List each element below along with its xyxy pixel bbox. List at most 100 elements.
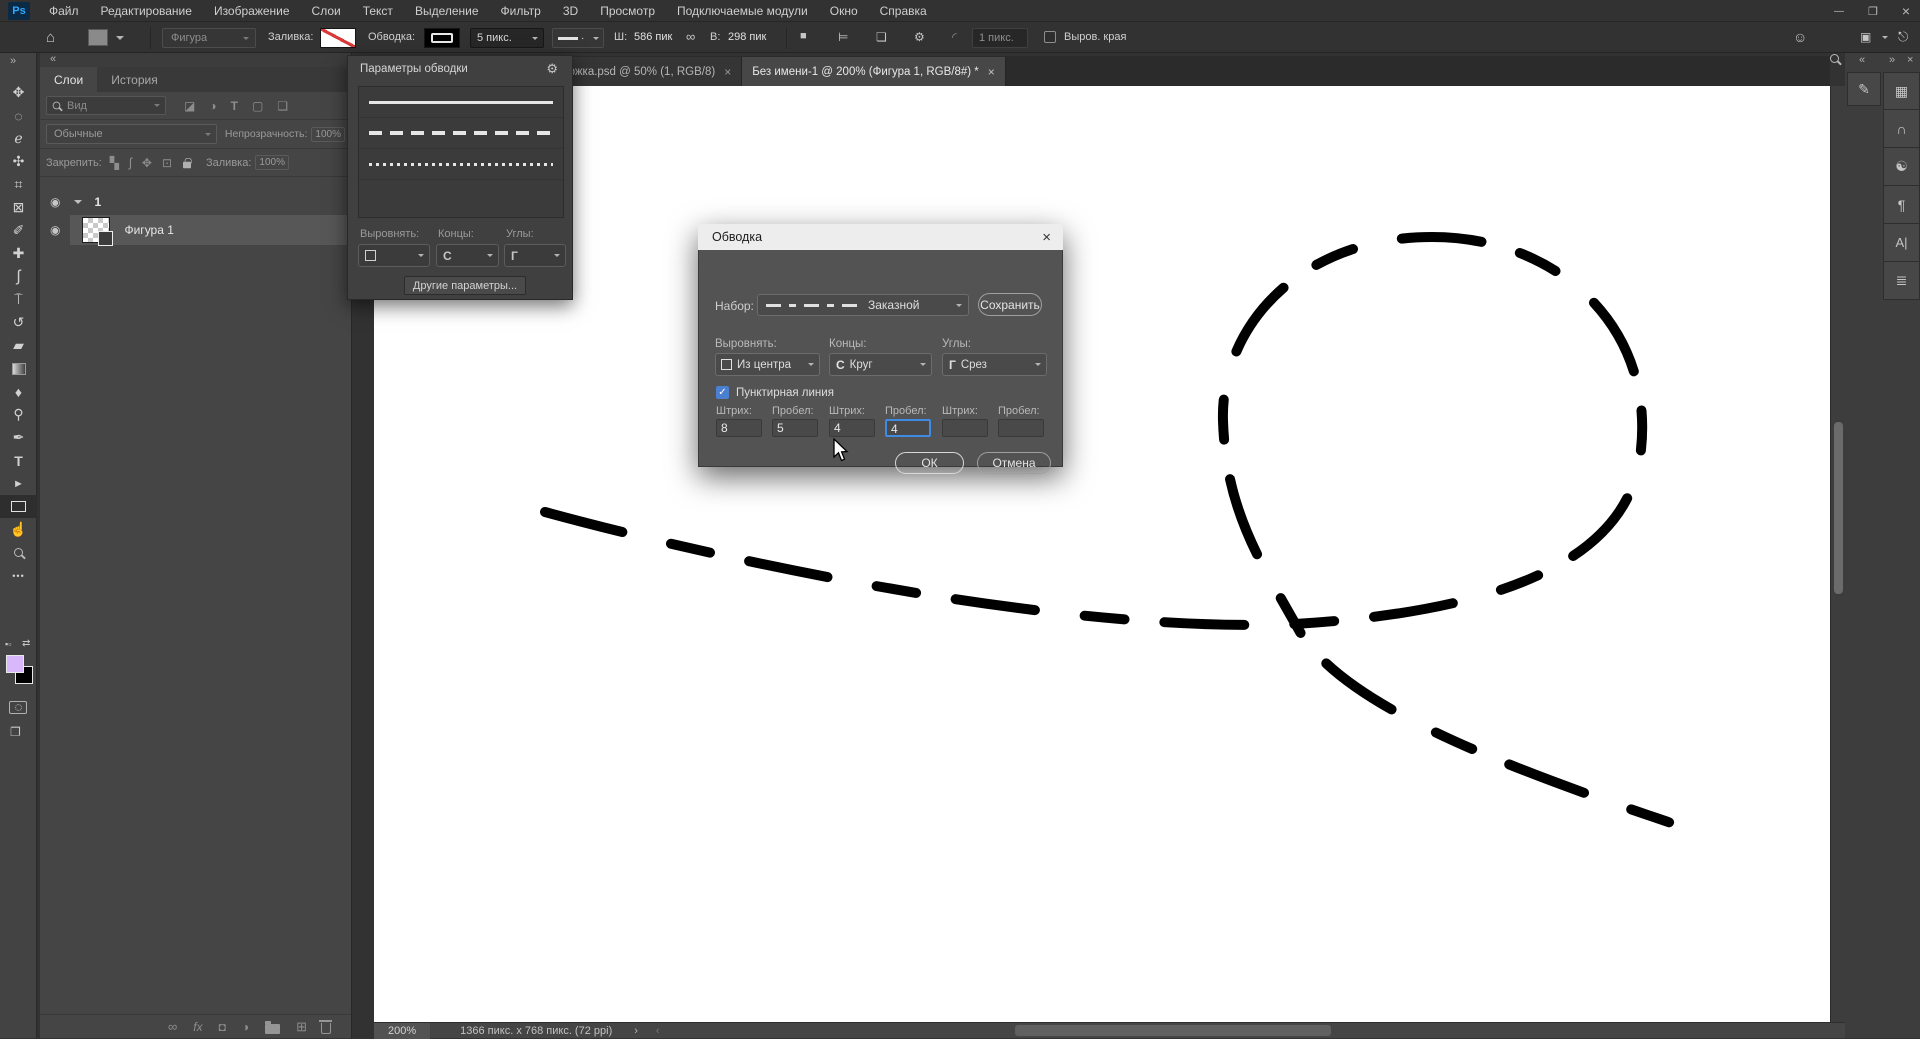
filter-smart-object-icon[interactable]: ❏ xyxy=(277,99,288,113)
tab-history[interactable]: История xyxy=(97,67,172,92)
menu-file[interactable]: Файл xyxy=(38,4,90,18)
status-prev-icon[interactable]: ‹ xyxy=(656,1025,660,1037)
panel-button-paragraph[interactable]: ¶ xyxy=(1883,186,1920,224)
dialog-close-icon[interactable]: × xyxy=(1042,229,1051,246)
quick-mask-button[interactable] xyxy=(9,701,27,714)
move-tool[interactable]: ✥ xyxy=(0,81,37,104)
healing-brush-tool[interactable]: ✚ xyxy=(0,242,37,265)
right-dock-close-icon[interactable]: × xyxy=(1907,54,1913,66)
zoom-level-field[interactable]: 200% xyxy=(374,1023,430,1039)
hand-tool[interactable]: ☝ xyxy=(0,518,37,541)
new-group-icon[interactable] xyxy=(265,1024,280,1034)
popup-align-dropdown[interactable] xyxy=(358,244,430,267)
workspace-icon[interactable]: ▣ xyxy=(1860,30,1871,44)
search-icon[interactable] xyxy=(1830,54,1839,63)
cancel-button[interactable]: Отмена xyxy=(977,452,1051,474)
screen-mode-icon[interactable]: ❐ xyxy=(10,725,21,739)
layers-filter-dropdown[interactable]: Вид xyxy=(46,96,166,115)
menu-layers[interactable]: Слои xyxy=(301,4,352,18)
panel-button-color[interactable]: ☯ xyxy=(1883,148,1920,186)
crop-tool[interactable]: ⌗ xyxy=(0,173,37,196)
vertical-scrollbar-thumb[interactable] xyxy=(1834,422,1843,594)
dock-collapse-icon[interactable]: « xyxy=(50,53,57,65)
filter-adjustment-icon[interactable]: ◑ xyxy=(209,99,216,113)
more-options-button[interactable]: Другие параметры... xyxy=(404,276,526,295)
adjustment-layer-icon[interactable]: ◑ xyxy=(242,1020,249,1034)
filter-shape-icon[interactable]: ▢ xyxy=(252,99,263,113)
layer-visibility-eye-icon[interactable]: ◉ xyxy=(50,223,60,237)
tab3-close-icon[interactable]: × xyxy=(988,65,995,79)
popup-corners-dropdown[interactable]: Г xyxy=(504,244,566,267)
swap-colors-icon[interactable]: ⇄ xyxy=(22,638,30,649)
object-selection-tool[interactable]: ✣ xyxy=(0,150,37,173)
gap3-input[interactable] xyxy=(998,419,1044,437)
tab2-close-icon[interactable]: × xyxy=(724,65,731,79)
filter-image-icon[interactable]: ◪ xyxy=(184,99,195,113)
lock-pixels-icon[interactable]: ʃ xyxy=(129,155,132,170)
tab-layers[interactable]: Слои xyxy=(40,67,97,92)
type-tool[interactable]: T xyxy=(0,449,37,472)
lock-transparency-icon[interactable]: ▚ xyxy=(110,156,119,170)
panel-button-brush-settings[interactable]: ✎ xyxy=(1847,72,1881,106)
stroke-swatch[interactable] xyxy=(424,28,460,48)
gradient-tool[interactable] xyxy=(0,357,37,380)
rectangle-tool[interactable] xyxy=(0,495,37,518)
restore-button[interactable]: ❐ xyxy=(1868,5,1878,18)
brush-tool[interactable]: ʃ xyxy=(0,265,37,288)
opacity-value[interactable]: 100% xyxy=(311,127,345,142)
new-layer-icon[interactable]: ⊞ xyxy=(296,1019,307,1035)
menu-plugins[interactable]: Подключаемые модули xyxy=(666,4,819,18)
status-next-icon[interactable]: › xyxy=(634,1025,638,1037)
lasso-tool[interactable]: ℯ xyxy=(0,127,37,150)
path-operations-icon[interactable]: ■ xyxy=(800,30,807,42)
menu-view[interactable]: Просмотр xyxy=(589,4,666,18)
menu-3d[interactable]: 3D xyxy=(552,4,589,18)
stroke-width-dropdown[interactable]: 5 пикс. xyxy=(470,28,544,48)
pen-tool[interactable]: ✒ xyxy=(0,426,37,449)
layer-fill-value[interactable]: 100% xyxy=(255,155,289,170)
panel-gear-icon[interactable]: ⚙ xyxy=(546,61,558,77)
dash2-input[interactable]: 4 xyxy=(829,419,875,437)
document-tab-active[interactable]: Без имени-1 @ 200% (Фигура 1, RGB/8#) * … xyxy=(742,57,1006,86)
history-brush-tool[interactable]: ↺ xyxy=(0,311,37,334)
gap1-input[interactable]: 5 xyxy=(772,419,818,437)
foreground-color-swatch[interactable] xyxy=(6,655,24,673)
frame-tool[interactable]: ⊠ xyxy=(0,196,37,219)
caps-dropdown[interactable]: C Круг xyxy=(829,353,932,376)
gap2-input-focused[interactable]: 4 xyxy=(885,419,931,437)
ok-button[interactable]: ОК xyxy=(895,452,964,474)
right-dock-collapse-left-icon[interactable]: « xyxy=(1859,54,1865,66)
shape-settings-gear-icon[interactable]: ⚙ xyxy=(914,30,925,44)
panel-button-properties[interactable]: ≣ xyxy=(1883,262,1920,300)
eraser-tool[interactable]: ▰ xyxy=(0,334,37,357)
vertical-scrollbar[interactable] xyxy=(1830,86,1845,1022)
eyedropper-tool[interactable]: ✐ xyxy=(0,219,37,242)
right-dock-collapse-right-icon[interactable]: » xyxy=(1889,54,1895,66)
filter-text-icon[interactable]: T xyxy=(231,99,238,113)
dialog-title-bar[interactable]: Обводка × xyxy=(698,224,1063,250)
menu-edit[interactable]: Редактирование xyxy=(90,4,203,18)
layer-thumbnail[interactable] xyxy=(82,217,110,243)
share-icon[interactable]: ⎋ xyxy=(1898,29,1908,45)
path-selection-tool[interactable]: ► xyxy=(0,472,37,495)
corners-dropdown[interactable]: Г Срез xyxy=(942,353,1047,376)
delete-layer-icon[interactable] xyxy=(321,1023,331,1034)
tool-preset-chevron-icon[interactable] xyxy=(116,36,124,40)
align-dropdown[interactable]: Из центра xyxy=(715,353,820,376)
path-arrangement-icon[interactable]: ❏ xyxy=(876,30,887,44)
clone-stamp-tool[interactable]: ⍑ xyxy=(0,288,37,311)
horizontal-scrollbar-thumb[interactable] xyxy=(1015,1025,1331,1036)
width-value[interactable]: 586 пик xyxy=(634,31,672,43)
preset-dropdown[interactable]: Заказной xyxy=(757,294,969,316)
panel-button-character[interactable]: A| xyxy=(1883,224,1920,262)
link-layers-icon[interactable]: ∞ xyxy=(168,1019,177,1034)
minimize-button[interactable]: — xyxy=(1834,6,1844,17)
layer-effects-icon[interactable]: fx xyxy=(193,1020,202,1034)
group-expand-chevron-icon[interactable] xyxy=(74,200,82,204)
panel-button-swatches[interactable]: ▦ xyxy=(1883,72,1920,110)
panel-button-paths[interactable]: ∩ xyxy=(1883,110,1920,148)
workspace-chevron-icon[interactable] xyxy=(1882,36,1888,39)
menu-type[interactable]: Текст xyxy=(352,4,404,18)
blend-mode-dropdown[interactable]: Обычные xyxy=(46,124,217,144)
stroke-style-dotted[interactable] xyxy=(359,149,563,180)
